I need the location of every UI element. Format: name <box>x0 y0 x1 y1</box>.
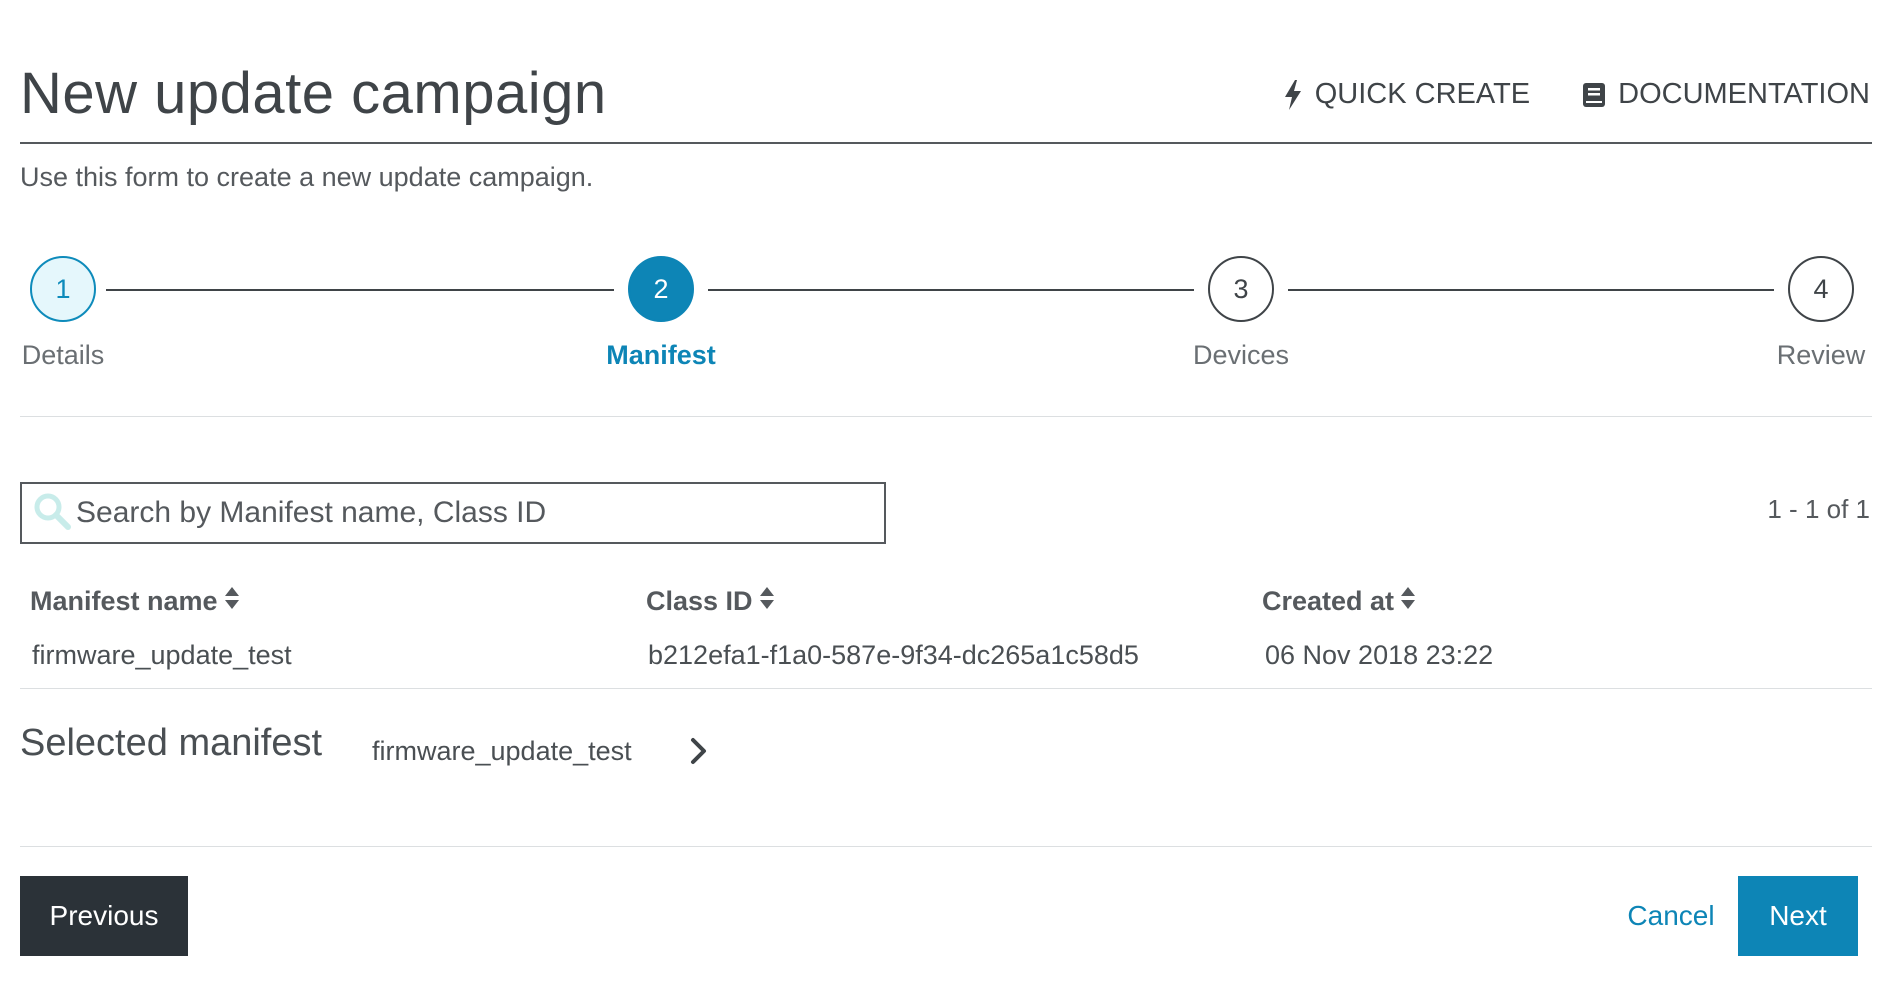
step-connector <box>106 289 614 291</box>
footer-divider <box>20 846 1872 847</box>
page-header: New update campaign QUICK CREATE DOCUMEN… <box>20 52 1872 144</box>
pagination-count: 1 - 1 of 1 <box>1767 494 1870 524</box>
column-header-created-at[interactable]: Created at <box>1262 586 1416 617</box>
sort-icon <box>224 586 240 617</box>
quick-create-label: QUICK CREATE <box>1314 78 1531 110</box>
step-label: Manifest <box>606 340 716 370</box>
step-number: 4 <box>1788 256 1854 322</box>
column-header-label: Manifest name <box>30 586 218 616</box>
book-icon <box>1582 82 1606 108</box>
step-label: Details <box>21 340 105 370</box>
cell-created-at: 06 Nov 2018 23:22 <box>1265 640 1494 670</box>
column-header-label: Class ID <box>646 586 753 616</box>
cancel-button[interactable]: Cancel <box>1600 876 1742 956</box>
column-header-manifest-name[interactable]: Manifest name <box>30 586 240 617</box>
chevron-right-icon[interactable] <box>684 734 714 768</box>
search-icon <box>22 491 72 536</box>
page-subtitle: Use this form to create a new update cam… <box>20 162 594 192</box>
documentation-label: DOCUMENTATION <box>1618 78 1870 110</box>
documentation-link[interactable]: DOCUMENTATION <box>1582 78 1870 111</box>
selected-manifest-label: Selected manifest <box>20 722 323 764</box>
search-input[interactable] <box>74 495 858 531</box>
sort-icon <box>759 586 775 617</box>
quick-create-link[interactable]: QUICK CREATE <box>1283 78 1530 111</box>
update-campaign-page: New update campaign QUICK CREATE DOCUMEN… <box>20 0 1872 988</box>
page-title: New update campaign <box>20 61 607 126</box>
selected-manifest-value: firmware_update_test <box>372 736 632 766</box>
previous-button[interactable]: Previous <box>20 876 188 956</box>
step-review[interactable]: 4 Review <box>1751 256 1886 371</box>
step-number: 2 <box>628 256 694 322</box>
table-row[interactable]: firmware_update_test b212efa1-f1a0-587e-… <box>20 632 1872 689</box>
column-header-label: Created at <box>1262 586 1395 616</box>
step-label: Review <box>1776 340 1866 370</box>
step-number: 3 <box>1208 256 1274 322</box>
column-header-class-id[interactable]: Class ID <box>646 586 775 617</box>
step-label: Devices <box>1192 340 1290 370</box>
cell-manifest-name: firmware_update_test <box>32 640 292 670</box>
step-connector <box>708 289 1194 291</box>
wizard-stepper: 1 Details 2 Manifest 3 Devices 4 Review <box>20 256 1872 417</box>
step-details[interactable]: 1 Details <box>0 256 133 371</box>
step-number: 1 <box>30 256 96 322</box>
table-header: Manifest name Class ID Created at <box>20 580 1872 624</box>
sort-icon <box>1400 586 1416 617</box>
step-manifest[interactable]: 2 Manifest <box>591 256 731 371</box>
search-box[interactable] <box>20 482 886 544</box>
step-devices[interactable]: 3 Devices <box>1171 256 1311 371</box>
header-actions: QUICK CREATE DOCUMENTATION <box>1283 78 1870 111</box>
next-button[interactable]: Next <box>1738 876 1858 956</box>
lightning-bolt-icon <box>1283 79 1303 110</box>
step-connector <box>1288 289 1774 291</box>
cell-class-id: b212efa1-f1a0-587e-9f34-dc265a1c58d5 <box>648 640 1139 670</box>
